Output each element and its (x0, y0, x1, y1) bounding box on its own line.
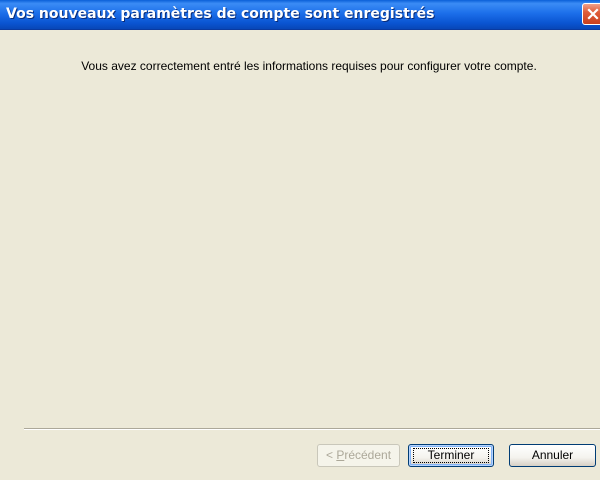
dialog-window: Vos nouveaux paramètres de compte sont e… (0, 0, 600, 480)
cancel-button[interactable]: Annuler (509, 444, 596, 467)
close-icon (587, 8, 599, 20)
button-separator (24, 428, 600, 430)
previous-button[interactable]: < Précédent (317, 444, 400, 467)
cancel-button-label: Annuler (531, 448, 574, 462)
confirmation-message: Vous avez correctement entré les informa… (81, 59, 537, 73)
close-button[interactable] (582, 3, 600, 25)
previous-button-label: récédent (344, 448, 392, 462)
previous-button-prefix: < (325, 448, 337, 462)
finish-button-label: Terminer (427, 448, 475, 462)
title-bar: Vos nouveaux paramètres de compte sont e… (0, 0, 600, 30)
finish-button[interactable]: Terminer (408, 444, 494, 467)
window-title: Vos nouveaux paramètres de compte sont e… (6, 6, 435, 22)
